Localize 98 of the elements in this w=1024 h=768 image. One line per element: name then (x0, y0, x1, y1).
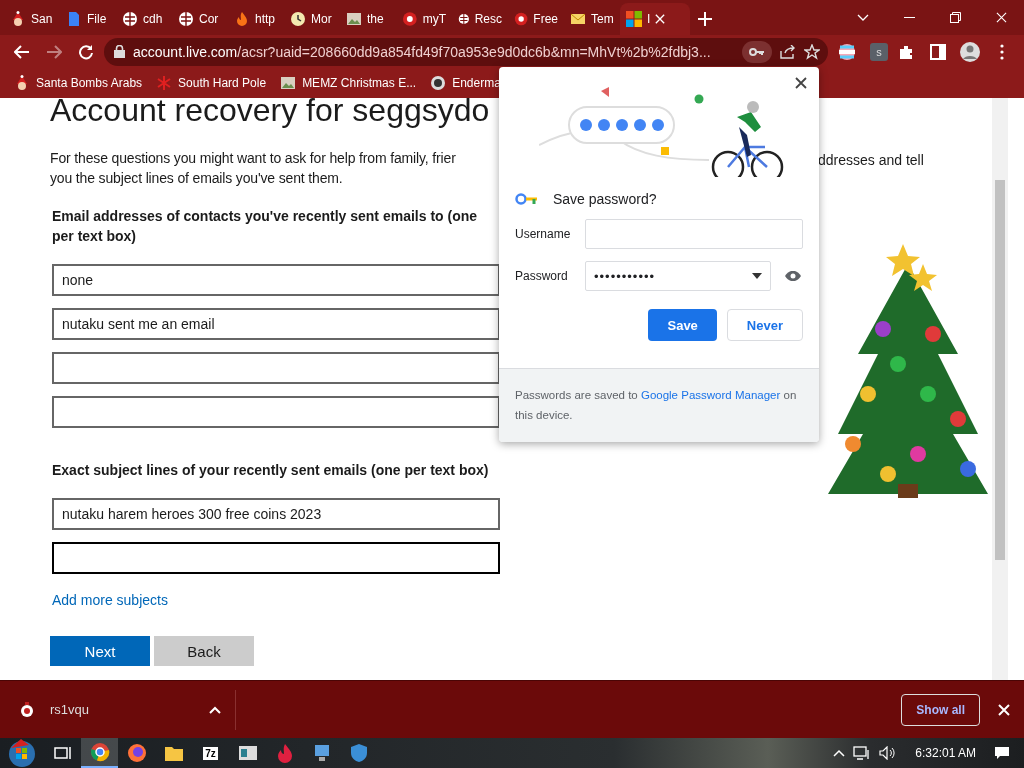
start-button[interactable] (7, 738, 37, 768)
star-icon[interactable] (804, 43, 820, 60)
dialog-title: Save password? (553, 191, 657, 207)
browser-tab[interactable]: San (4, 3, 60, 35)
text-field[interactable] (52, 396, 500, 428)
scrollbar[interactable] (992, 98, 1008, 680)
reload-icon[interactable] (78, 43, 94, 60)
round-icon (514, 11, 529, 27)
network-icon[interactable] (853, 746, 872, 760)
minimize-icon[interactable] (903, 16, 915, 19)
close-icon[interactable] (795, 77, 807, 89)
key-icon (515, 193, 539, 205)
shield-icon (349, 743, 368, 763)
taskbar-app-button[interactable]: 7z (192, 738, 229, 768)
browser-tab[interactable]: Resc (452, 3, 508, 35)
browser-tab[interactable]: the (340, 3, 396, 35)
bookmark[interactable]: Santa Bombs Arabs (14, 75, 143, 91)
password-manager-link[interactable]: Google Password Manager (640, 389, 781, 401)
flag-icon[interactable] (838, 42, 856, 61)
browser-tab[interactable]: myT (396, 3, 452, 35)
side-panel-icon[interactable] (930, 43, 946, 60)
bookmark[interactable]: South Hard Pole (156, 75, 267, 91)
snowflake-icon (156, 75, 173, 91)
field-label: Exact subject lines of your recently sent emails (one per text box) (52, 461, 490, 480)
save-button[interactable]: Save (648, 309, 717, 341)
eye-icon[interactable] (785, 271, 801, 281)
archive-app-icon: 7z (203, 746, 218, 760)
browser-tab[interactable]: Mor (284, 3, 340, 35)
page-heading: Account recovery for seggsydo (50, 98, 490, 128)
restore-icon[interactable] (949, 12, 961, 23)
flame-icon (275, 743, 294, 763)
image-icon (346, 11, 362, 27)
santa-icon (14, 75, 30, 91)
browser-tab[interactable]: Cor (172, 3, 228, 35)
bookmark[interactable]: Enderma (430, 75, 501, 91)
window-icon (237, 745, 258, 761)
field-label: Email addresses of contacts you've recently sent emails to (one per text box) (52, 207, 479, 246)
clock-icon (290, 11, 306, 27)
taskbar-app-button[interactable] (81, 738, 118, 768)
plus-icon[interactable] (698, 11, 712, 26)
dropdown-caret-icon[interactable] (752, 273, 762, 279)
text-field[interactable] (52, 542, 500, 574)
globe-icon (178, 11, 194, 27)
caret-icon[interactable] (209, 705, 221, 714)
windows-logo-icon (626, 11, 642, 27)
round-icon (402, 11, 418, 27)
password-key-button[interactable] (742, 40, 772, 63)
text-field[interactable]: none (52, 264, 500, 296)
field-label: Username (515, 227, 572, 241)
task-view-icon (53, 745, 72, 761)
url-text: account.live.com/acsr?uaid=208660dd9a854fd49f70a953e9d0dc6b&mn=MhVt%2b%2fdbj3... (133, 43, 711, 60)
intro-text: ddresses and tell (818, 152, 925, 168)
chevron-down-icon[interactable] (857, 13, 869, 22)
share-icon[interactable] (780, 44, 796, 59)
next-button[interactable]: Next (50, 636, 150, 666)
volume-icon[interactable] (879, 746, 898, 760)
intro-text: For these questions you might want to ask for help from family, frier (50, 149, 457, 168)
folder-icon (163, 744, 184, 762)
browser-tab[interactable]: Tem (564, 3, 620, 35)
forward-arrow-icon[interactable] (46, 44, 62, 59)
username-field[interactable] (585, 219, 803, 249)
footer-text: Passwords are saved to Google Password Manager on this device. (499, 368, 819, 442)
extension-button[interactable]: s (870, 42, 888, 61)
field-label: Password (515, 269, 569, 283)
address-bar[interactable]: account.live.com/acsr?uaid=208660dd9a854fd49f70a953e9d0dc6b&mn=MhVt%2b%2fdbj3... (104, 37, 828, 66)
add-subjects-link[interactable]: Add more subjects (52, 592, 168, 608)
notification-icon[interactable] (994, 746, 1010, 760)
envelope-icon (570, 11, 586, 27)
puzzle-icon[interactable] (898, 43, 914, 60)
globe-icon (122, 11, 138, 27)
chevron-up-icon[interactable] (833, 749, 846, 757)
intro-text: you the subject lines of emails you've sent them. (50, 169, 344, 188)
menu-icon[interactable] (1000, 43, 1004, 60)
image-icon (280, 75, 297, 91)
text-field[interactable]: nutaku harem heroes 300 free coins 2023 (52, 498, 500, 530)
text-field[interactable]: nutaku sent me an email (52, 308, 500, 340)
text-field[interactable] (52, 352, 500, 384)
back-button[interactable]: Back (154, 636, 254, 666)
clock[interactable]: 6:32:01 AM (915, 746, 976, 760)
santa-icon (10, 11, 26, 27)
browser-tab[interactable]: File (60, 3, 116, 35)
bookmark[interactable]: MEMZ Christmas E... (280, 75, 417, 91)
profile-icon[interactable] (959, 40, 981, 63)
browser-tab[interactable]: I (620, 3, 690, 35)
show-all-button[interactable]: Show all (901, 693, 980, 726)
browser-tab[interactable]: cdh (116, 3, 172, 35)
password-field[interactable]: ••••••••••• (585, 261, 771, 291)
flame-icon (234, 11, 250, 27)
browser-tab[interactable]: http (228, 3, 284, 35)
browser-tab[interactable]: Free (508, 3, 564, 35)
chrome-icon (89, 742, 110, 762)
firefox-icon (126, 743, 147, 763)
key-icon (749, 47, 765, 56)
globe-icon (458, 11, 470, 27)
lock-icon (114, 45, 125, 58)
back-arrow-icon[interactable] (14, 44, 30, 59)
never-button[interactable]: Never (726, 309, 803, 341)
download-name[interactable]: rs1vqu (50, 702, 90, 717)
